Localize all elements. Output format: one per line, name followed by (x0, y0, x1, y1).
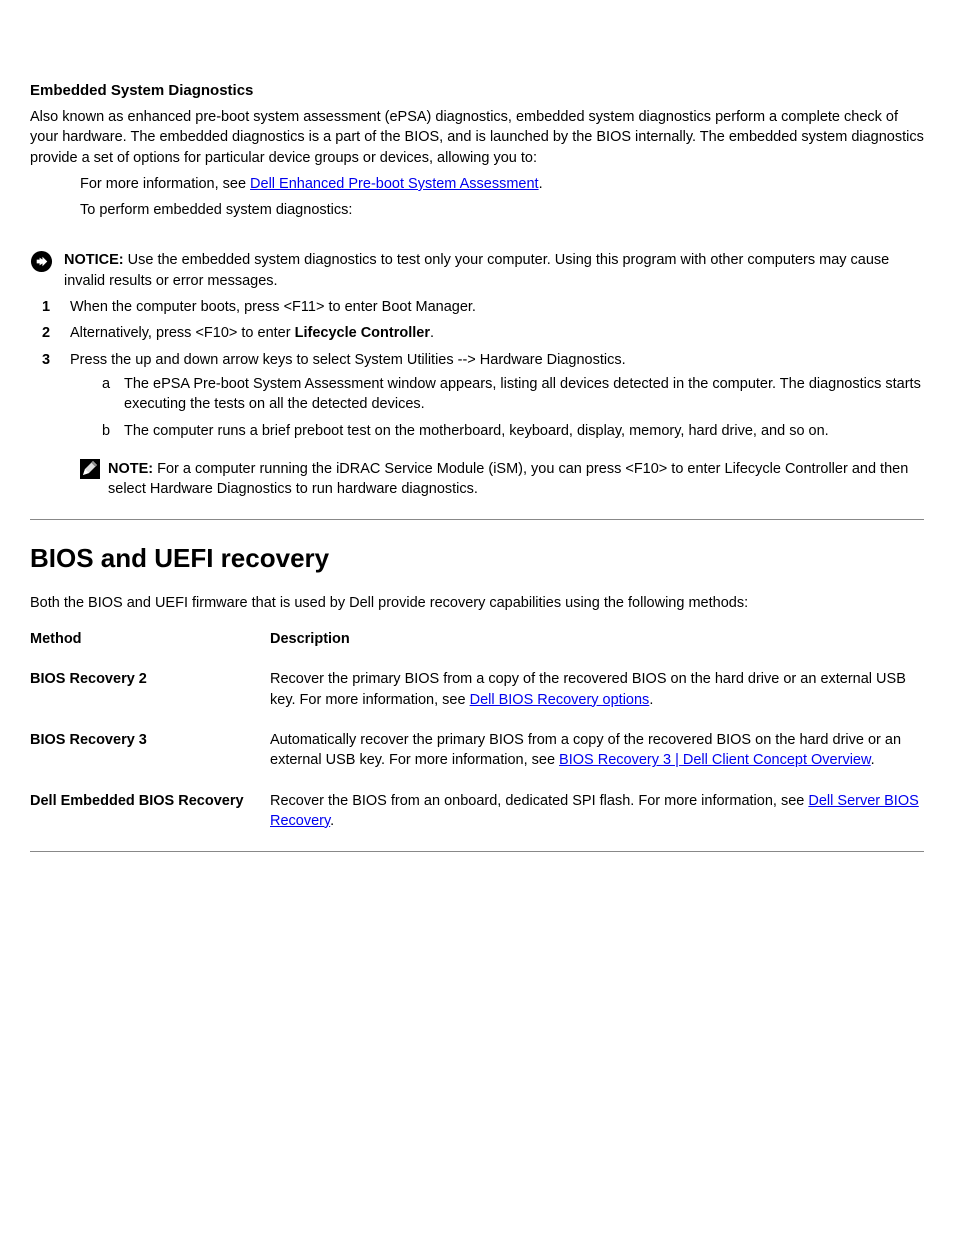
step2-pre: Alternatively, press <F10> to enter (70, 325, 295, 341)
reference-link[interactable]: Dell Enhanced Pre-boot System Assessment (250, 176, 539, 192)
notice-label: NOTICE: (64, 252, 124, 268)
note-body: For a computer running the iDRAC Service… (108, 461, 908, 497)
step2-bold: Lifecycle Controller (295, 325, 430, 341)
table-row: Dell Embedded BIOS Recovery Recover the … (30, 781, 924, 852)
step-text: Alternatively, press <F10> to enter Life… (70, 323, 924, 343)
notice-block: NOTICE: Use the embedded system diagnost… (30, 250, 924, 291)
recovery-intro: Both the BIOS and UEFI firmware that is … (30, 593, 924, 613)
instruction-lead: To perform embedded system diagnostics: (80, 200, 924, 220)
notice-body: Use the embedded system diagnostics to t… (64, 252, 889, 288)
pencil-note-icon (80, 459, 100, 479)
nested-list: a The ePSA Pre-boot System Assessment wi… (102, 374, 924, 441)
step-text: Press the up and down arrow keys to sele… (70, 350, 924, 447)
step-number: 1 (42, 297, 70, 317)
cell-method: BIOS Recovery 3 (30, 720, 270, 781)
desc-pre: Recover the BIOS from an onboard, dedica… (270, 793, 808, 809)
notice-text: NOTICE: Use the embedded system diagnost… (64, 250, 924, 291)
desc-post: . (871, 752, 875, 768)
reference-text: For more information, see (80, 176, 250, 192)
steps-list: 1 When the computer boots, press <F11> t… (42, 297, 924, 447)
recovery-heading: BIOS and UEFI recovery (30, 540, 924, 576)
table-header-row: Method Description (30, 619, 924, 659)
step-2: 2 Alternatively, press <F10> to enter Li… (42, 323, 924, 343)
table-header-description: Description (270, 619, 924, 659)
arrow-circle-icon (30, 250, 53, 273)
section-title: Embedded System Diagnostics (30, 80, 924, 101)
step-text: When the computer boots, press <F11> to … (70, 297, 924, 317)
separator (30, 519, 924, 520)
nested-text: The ePSA Pre-boot System Assessment wind… (124, 374, 924, 415)
recovery-table: Method Description BIOS Recovery 2 Recov… (30, 619, 924, 852)
table-row: BIOS Recovery 3 Automatically recover th… (30, 720, 924, 781)
desc-link[interactable]: BIOS Recovery 3 | Dell Client Concept Ov… (559, 752, 871, 768)
cell-method: BIOS Recovery 2 (30, 659, 270, 720)
nested-item-b: b The computer runs a brief preboot test… (102, 421, 924, 441)
note-block: NOTE: For a computer running the iDRAC S… (80, 459, 924, 500)
note-label: NOTE: (108, 461, 153, 477)
reference-paragraph: For more information, see Dell Enhanced … (80, 174, 924, 194)
reference-end: . (539, 176, 543, 192)
section-intro-paragraph: Also known as enhanced pre-boot system a… (30, 107, 924, 168)
desc-post: . (330, 813, 334, 829)
step2-post: . (430, 325, 434, 341)
cell-description: Automatically recover the primary BIOS f… (270, 720, 924, 781)
step3-text: Press the up and down arrow keys to sele… (70, 352, 626, 368)
nested-text: The computer runs a brief preboot test o… (124, 421, 924, 441)
notice-icon-col (30, 250, 64, 279)
desc-post: . (649, 692, 653, 708)
cell-method: Dell Embedded BIOS Recovery (30, 781, 270, 852)
nested-letter: b (102, 421, 124, 441)
nested-letter: a (102, 374, 124, 415)
step-number: 3 (42, 350, 70, 447)
nested-item-a: a The ePSA Pre-boot System Assessment wi… (102, 374, 924, 415)
step-3: 3 Press the up and down arrow keys to se… (42, 350, 924, 447)
note-text: NOTE: For a computer running the iDRAC S… (108, 459, 924, 500)
step-1: 1 When the computer boots, press <F11> t… (42, 297, 924, 317)
step-number: 2 (42, 323, 70, 343)
table-header-method: Method (30, 619, 270, 659)
table-row: BIOS Recovery 2 Recover the primary BIOS… (30, 659, 924, 720)
note-icon-col (80, 459, 108, 485)
cell-description: Recover the BIOS from an onboard, dedica… (270, 781, 924, 852)
desc-link[interactable]: Dell BIOS Recovery options (470, 692, 650, 708)
cell-description: Recover the primary BIOS from a copy of … (270, 659, 924, 720)
